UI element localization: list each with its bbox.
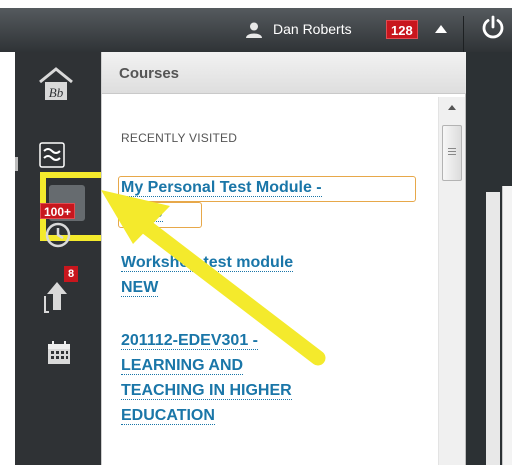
flyout-header: Courses	[102, 52, 466, 94]
updates-icon	[44, 282, 67, 313]
power-icon[interactable]	[480, 14, 506, 40]
grip-line	[448, 148, 456, 149]
user-icon	[246, 22, 262, 38]
focus-outline	[118, 202, 202, 228]
caret-up-icon	[435, 25, 447, 33]
rail-item-updates[interactable]	[15, 262, 101, 322]
courses-icon	[39, 142, 65, 168]
user-name: Dan Roberts	[273, 21, 352, 37]
activity-count-badge: 100+	[40, 203, 76, 219]
background-panel	[502, 186, 512, 465]
background-page	[466, 52, 512, 465]
user-menu[interactable]: Dan Roberts 128	[233, 8, 463, 52]
bb-home-icon: Bb	[39, 67, 73, 100]
notification-badge: 128	[386, 20, 418, 39]
course-link[interactable]: 201112-EDEV301 - LEARNING AND TEACHING I…	[121, 328, 421, 428]
course-link-line: LEARNING AND	[121, 357, 244, 375]
rail-item-calendar[interactable]	[15, 332, 101, 392]
rail-item-home[interactable]: Bb	[15, 60, 101, 120]
grip-line	[448, 154, 456, 155]
background-panel	[486, 192, 500, 465]
top-bar: Dan Roberts 128	[0, 8, 512, 60]
flyout-title: Courses	[119, 65, 180, 82]
clock-icon	[45, 222, 71, 248]
scroll-up-icon[interactable]	[448, 105, 456, 110]
svg-text:Bb: Bb	[49, 85, 64, 100]
course-link-line: EDUCATION	[121, 407, 215, 425]
course-link-line: Workshop test module	[121, 254, 294, 272]
course-link-line: TEACHING IN HIGHER	[121, 382, 292, 400]
courses-flyout: Courses RECENTLY VISITED My Personal Tes…	[101, 52, 466, 465]
grip-line	[448, 151, 456, 152]
scrollbar[interactable]	[438, 97, 465, 465]
nav-rail: Bb	[15, 52, 109, 465]
course-link-line: 201112-EDEV301 -	[121, 332, 258, 350]
section-label-recent: RECENTLY VISITED	[121, 131, 238, 145]
course-link[interactable]: My Personal Test Module - drrob	[118, 175, 421, 228]
course-link[interactable]: Workshop test module NEW	[121, 250, 421, 300]
course-link-line: NEW	[121, 279, 159, 297]
scroll-thumb[interactable]	[442, 125, 462, 181]
focus-outline	[118, 176, 416, 202]
calendar-icon	[48, 341, 70, 364]
updates-count-badge: 8	[64, 266, 79, 282]
